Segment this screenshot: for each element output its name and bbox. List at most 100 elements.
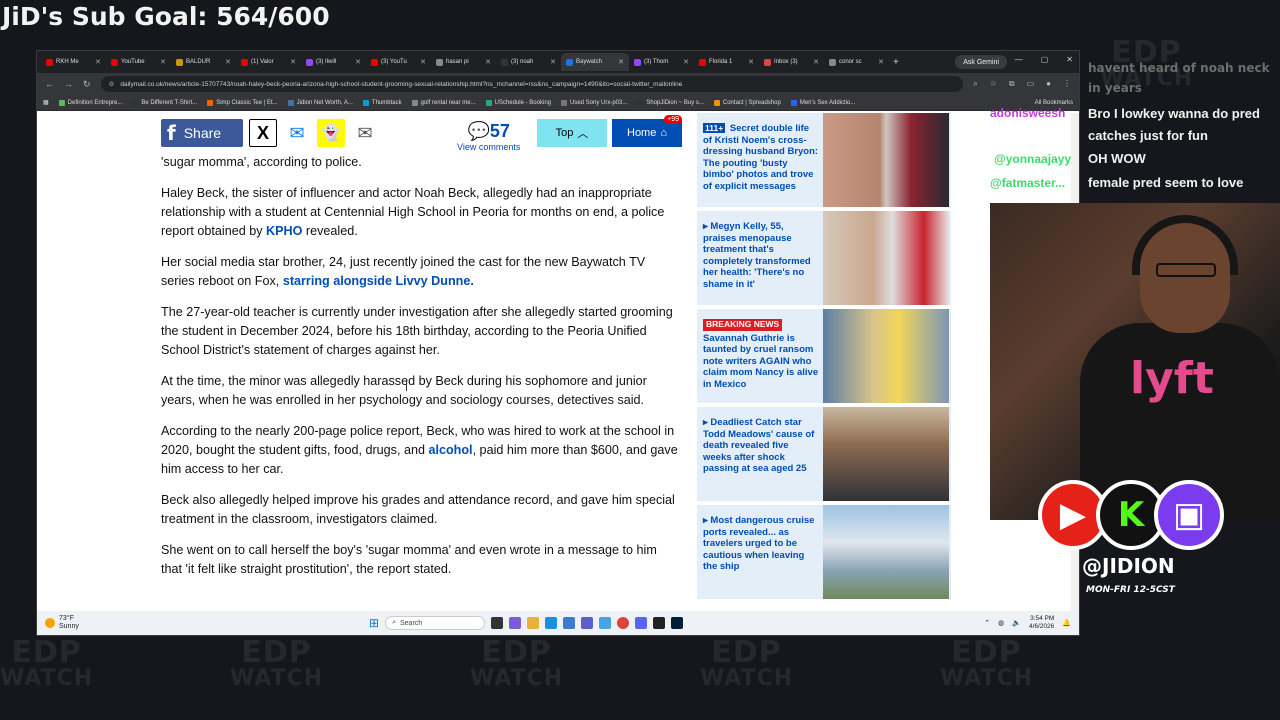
app-icon[interactable] (599, 617, 612, 629)
tray-chevron-icon[interactable]: ⌃ (984, 619, 990, 627)
browser-tab[interactable]: BALDUR ✕ (171, 53, 236, 71)
forward-icon[interactable]: → (64, 79, 73, 89)
browser-tab[interactable]: (3) Thom ✕ (629, 53, 694, 71)
view-comments-label: View comments (457, 142, 521, 152)
windows-start-icon[interactable]: ⊞ (369, 616, 379, 630)
site-info-icon[interactable]: ⚙ (109, 80, 115, 88)
browser-tab[interactable]: hasan pi ✕ (431, 53, 496, 71)
browser-tab[interactable]: YouTube ✕ (106, 53, 171, 71)
bookmark-item[interactable]: Simp Classic Tee | Et... (207, 99, 278, 106)
sidebar-story[interactable]: ▸ Megyn Kelly, 55, praises menopause tre… (697, 211, 951, 305)
close-icon[interactable]: ✕ (1066, 55, 1073, 64)
text-cursor (406, 381, 407, 391)
bookmark-item[interactable]: Contact | Spreadshop (713, 99, 781, 106)
tab-label: Inbox (3) (774, 59, 798, 65)
top-button[interactable]: Top ︿ (537, 119, 607, 147)
tab-close-icon[interactable]: ✕ (485, 58, 491, 66)
kpho-link[interactable]: KPHO (266, 224, 302, 238)
triangle-icon: ▸ (703, 417, 708, 428)
teams-icon[interactable] (581, 617, 594, 629)
tab-favicon-icon (764, 58, 771, 66)
tab-close-icon[interactable]: ✕ (95, 58, 101, 66)
tab-close-icon[interactable]: ✕ (618, 58, 624, 66)
browser-tab[interactable]: (1) Valor ✕ (236, 53, 301, 71)
menu-icon[interactable]: ⋮ (1063, 79, 1071, 89)
network-icon[interactable]: ◍ (998, 619, 1004, 627)
comments-link[interactable]: 💬57 View comments (457, 121, 520, 152)
notifications-icon[interactable]: 🔔 (1062, 619, 1071, 627)
bookmark-item[interactable]: Men's Sex Addictio... (790, 99, 855, 106)
obs-icon[interactable] (653, 617, 666, 629)
tab-close-icon[interactable]: ✕ (355, 58, 361, 66)
home-button[interactable]: Home ⌂ +99 (612, 115, 682, 147)
browser-tab[interactable]: (3) noah ✕ (496, 53, 561, 71)
tab-favicon-icon (111, 58, 118, 66)
extensions-icon[interactable]: ⧉ (1009, 79, 1015, 89)
browser-tab[interactable]: conor sc ✕ (824, 53, 889, 71)
taskbar-search[interactable]: ⌕ Search (385, 616, 486, 630)
zoom-icon[interactable]: ⌕ (973, 79, 977, 89)
tab-close-icon[interactable]: ✕ (813, 58, 819, 66)
browser-tab[interactable]: Baywatch ✕ (561, 53, 629, 71)
tab-close-icon[interactable]: ✕ (878, 58, 884, 66)
tab-close-icon[interactable]: ✕ (225, 58, 231, 66)
bookmark-item[interactable]: golf rental near me... (411, 99, 476, 106)
url-field[interactable]: ⚙ dailymail.co.uk/news/article-15707743/… (100, 76, 964, 92)
all-bookmarks-folder[interactable]: All Bookmarks (1035, 100, 1073, 106)
bookmark-item[interactable]: Thumbtack (362, 99, 402, 106)
alcohol-link[interactable]: alcohol (428, 443, 472, 457)
task-view-icon[interactable] (491, 617, 504, 629)
tab-close-icon[interactable]: ✕ (160, 58, 166, 66)
tab-close-icon[interactable]: ✕ (420, 58, 426, 66)
photoshop-icon[interactable] (671, 617, 684, 629)
comment-bubble-icon: 💬 (467, 121, 490, 141)
sidebar-story[interactable]: 111+ Secret double life of Kristi Noem's… (697, 113, 951, 207)
bookmark-item[interactable]: Jidion Net Worth, A... (287, 99, 353, 106)
bookmark-item[interactable]: Be Different T-Shirt... (132, 99, 197, 106)
bookmark-item[interactable]: ShopJiDion ~ Buy s... (637, 99, 704, 106)
browser-tab[interactable]: (3) YouTu ✕ (366, 53, 431, 71)
apps-icon[interactable]: ▦ (43, 99, 49, 106)
facebook-share-button[interactable]: f Share (161, 119, 243, 147)
email-share-icon[interactable]: ✉ (351, 119, 379, 147)
maximize-icon[interactable]: ▢ (1041, 55, 1049, 64)
livvy-dunne-link[interactable]: starring alongside Livvy Dunne. (283, 274, 474, 288)
browser-tab[interactable]: Florida 1 ✕ (694, 53, 759, 71)
discord-icon[interactable] (635, 617, 648, 629)
minimize-icon[interactable]: — (1015, 55, 1023, 64)
browser-tab[interactable]: RKH Me ✕ (41, 53, 106, 71)
file-explorer-icon[interactable] (527, 617, 540, 629)
bookmark-item[interactable]: Definition Entrepre... (58, 99, 122, 106)
chrome-icon[interactable] (617, 617, 630, 629)
reload-icon[interactable]: ↻ (83, 79, 91, 90)
sidebar-story[interactable]: ▸ Deadliest Catch star Todd Meadows' cau… (697, 407, 951, 501)
snapchat-share-icon[interactable]: 👻 (317, 119, 345, 147)
tab-close-icon[interactable]: ✕ (683, 58, 689, 66)
volume-icon[interactable]: 🔈 (1012, 619, 1021, 627)
edge-icon[interactable] (545, 617, 558, 629)
new-tab-button[interactable]: + (893, 57, 899, 68)
browser-tab[interactable]: (3) Ilwill ✕ (301, 53, 366, 71)
bookmark-item[interactable]: Used Sony Urx-p03... (561, 99, 627, 106)
messenger-share-icon[interactable]: ✉ (283, 119, 311, 147)
tab-close-icon[interactable]: ✕ (290, 58, 296, 66)
webcam-feed: lyft (990, 203, 1280, 520)
store-icon[interactable] (563, 617, 576, 629)
tab-label: YouTube (121, 59, 145, 65)
back-icon[interactable]: ← (45, 79, 54, 89)
bookmark-item[interactable]: USchedule - Booking (485, 99, 551, 106)
tab-close-icon[interactable]: ✕ (748, 58, 754, 66)
headline-text: Most dangerous cruise ports revealed... … (703, 515, 815, 573)
sidebar-story[interactable]: ▸ Most dangerous cruise ports revealed..… (697, 505, 951, 599)
browser-tab[interactable]: Inbox (3) ✕ (759, 53, 824, 71)
profile-icon[interactable]: ● (1046, 79, 1051, 89)
tab-close-icon[interactable]: ✕ (550, 58, 556, 66)
x-share-icon[interactable]: X (249, 119, 277, 147)
bookmark-star-icon[interactable]: ☆ (990, 79, 997, 89)
sidebar-icon[interactable]: ▭ (1027, 79, 1035, 89)
copilot-icon[interactable] (509, 617, 522, 629)
clock[interactable]: 3:54 PM 4/6/2026 (1029, 615, 1054, 631)
ask-gemini-button[interactable]: Ask Gemini (955, 55, 1007, 69)
sidebar-story[interactable]: BREAKING NEWS Savannah Guthrie is taunted… (697, 309, 951, 403)
weather-widget[interactable]: 73°F Sunny (45, 615, 345, 631)
